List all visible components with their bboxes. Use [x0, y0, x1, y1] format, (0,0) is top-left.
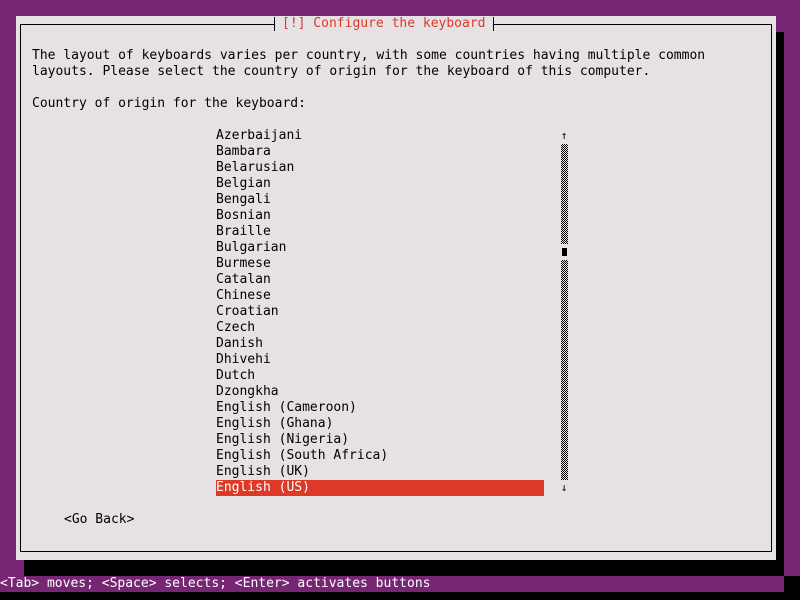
list-item[interactable]: Dhivehi	[216, 352, 544, 368]
corner-fill	[784, 576, 800, 592]
configure-keyboard-dialog: [!] Configure the keyboard The layout of…	[16, 16, 776, 560]
list-item[interactable]: Dzongkha	[216, 384, 544, 400]
list-item[interactable]: Belarusian	[216, 160, 544, 176]
list-item[interactable]: Bambara	[216, 144, 544, 160]
dialog-description: The layout of keyboards varies per count…	[32, 48, 705, 80]
scroll-down-arrow-icon[interactable]: ↓	[560, 480, 568, 496]
bottom-strip	[0, 592, 800, 600]
scroll-up-arrow-icon[interactable]: ↑	[560, 128, 568, 144]
list-item[interactable]: English (UK)	[216, 464, 544, 480]
scrollbar-track[interactable]	[561, 260, 568, 480]
list-item[interactable]: English (Nigeria)	[216, 432, 544, 448]
dialog-title: [!] Configure the keyboard	[282, 16, 486, 31]
list-prompt: Country of origin for the keyboard:	[32, 96, 306, 111]
list-item[interactable]: Catalan	[216, 272, 544, 288]
scrollbar-thumb[interactable]	[562, 248, 567, 256]
list-item[interactable]: English (South Africa)	[216, 448, 544, 464]
list-item[interactable]: Dutch	[216, 368, 544, 384]
scrollbar-track[interactable]	[561, 144, 568, 244]
status-bar: <Tab> moves; <Space> selects; <Enter> ac…	[0, 576, 784, 592]
list-item[interactable]: Danish	[216, 336, 544, 352]
list-item-selected[interactable]: English (US)	[216, 480, 544, 496]
list-item[interactable]: English (Ghana)	[216, 416, 544, 432]
list-item[interactable]: Croatian	[216, 304, 544, 320]
list-item[interactable]: English (Cameroon)	[216, 400, 544, 416]
dialog-title-bar: [!] Configure the keyboard	[274, 16, 494, 32]
list-item[interactable]: Burmese	[216, 256, 544, 272]
list-item[interactable]: Belgian	[216, 176, 544, 192]
description-line: layouts. Please select the country of or…	[32, 64, 651, 79]
description-line: The layout of keyboards varies per count…	[32, 48, 706, 63]
list-item[interactable]: Czech	[216, 320, 544, 336]
list-item[interactable]: Chinese	[216, 288, 544, 304]
country-list[interactable]: Azerbaijani Bambara Belarusian Belgian Benga…	[216, 128, 544, 496]
dialog-shadow-bottom	[24, 560, 784, 576]
go-back-button[interactable]: <Go Back>	[64, 512, 134, 528]
dialog-shadow-right	[776, 32, 784, 576]
list-scrollbar[interactable]: ↑ ↓	[560, 128, 568, 496]
list-item[interactable]: Azerbaijani	[216, 128, 544, 144]
list-item[interactable]: Braille	[216, 224, 544, 240]
list-item[interactable]: Bulgarian	[216, 240, 544, 256]
list-item[interactable]: Bosnian	[216, 208, 544, 224]
list-item[interactable]: Bengali	[216, 192, 544, 208]
